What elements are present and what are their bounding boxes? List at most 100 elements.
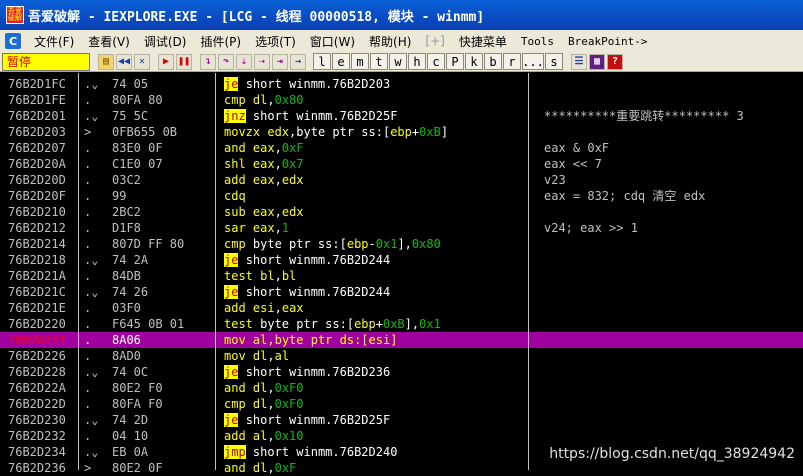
table-row[interactable]: 76B2D232. 04 10 add al,0x10 <box>0 428 803 444</box>
tb-windows[interactable]: w <box>389 53 407 70</box>
list-icon[interactable]: ☰ <box>571 53 587 70</box>
asm-cell: add al,0x10 <box>224 429 304 443</box>
hex-cell: 80FA 80 <box>112 93 163 107</box>
table-row[interactable]: 76B2D230 .⌄ 74 2D je short winmm.76B2D25F <box>0 412 803 428</box>
tb-memory[interactable]: m <box>351 53 369 70</box>
run-icon[interactable]: ▶ <box>158 53 174 70</box>
asm-cell: cmp dl,0xF0 <box>224 397 304 411</box>
table-row[interactable]: 76B2D228 .⌄ 74 0C je short winmm.76B2D236 <box>0 364 803 380</box>
menu-debug[interactable]: 调试(D) <box>137 33 194 50</box>
address-cell: 76B2D203 <box>8 125 66 139</box>
menu-window[interactable]: 窗口(W) <box>303 33 362 50</box>
step-into-icon[interactable]: ↴ <box>200 53 216 70</box>
jump-marker: . <box>84 157 92 171</box>
table-row[interactable]: 76B2D220. F645 0B 01 test byte ptr ss:[ebp… <box>0 316 803 332</box>
asm-cell: and dl,0xF <box>224 461 297 475</box>
menu-plugins[interactable]: 插件(P) <box>193 33 248 50</box>
table-row[interactable]: 76B2D21E. 03F0 add esi,eax <box>0 300 803 316</box>
tb-patches[interactable]: P <box>446 53 464 70</box>
asm-cell: jmp short winmm.76B2D240 <box>224 445 398 459</box>
menu-file[interactable]: 文件(F) <box>27 33 81 50</box>
table-row[interactable]: 76B2D20D. 03C2 add eax,edx <box>0 172 803 188</box>
hex-cell: D1F8 <box>112 221 141 235</box>
jump-marker: > <box>84 461 92 475</box>
help-icon[interactable]: ? <box>607 53 623 70</box>
go-to-icon[interactable]: → <box>290 53 306 70</box>
trace-into-icon[interactable]: ⇣ <box>236 53 252 70</box>
hex-cell: 74 26 <box>112 285 149 299</box>
column-divider <box>78 73 79 470</box>
table-row[interactable]: 76B2D214. 807D FF 80 cmp byte ptr ss:[ebp-… <box>0 236 803 252</box>
hex-cell: 8AD0 <box>112 349 141 363</box>
table-row[interactable]: 76B2D224. 8A06 mov al,byte ptr ds:[esi] <box>0 332 803 348</box>
table-row[interactable]: 76B2D22A. 80E2 F0 and dl,0xF0 <box>0 380 803 396</box>
step-over-icon[interactable]: ↷ <box>218 53 234 70</box>
appearance-icon[interactable]: ▦ <box>589 53 605 70</box>
jump-marker: .⌄ <box>84 285 99 299</box>
tb-source[interactable]: s <box>545 53 563 70</box>
table-row[interactable]: 76B2D236 >80E2 0F and dl,0xF <box>0 460 803 476</box>
menu-options[interactable]: 选项(T) <box>248 33 303 50</box>
address-cell: 76B2D228 <box>8 365 66 379</box>
hex-cell: 80E2 0F <box>112 461 163 475</box>
menu-shortcut[interactable]: 快捷菜单 <box>452 33 514 50</box>
table-row[interactable]: 76B2D22D. 80FA F0 cmp dl,0xF0 <box>0 396 803 412</box>
hex-cell: F645 0B 01 <box>112 317 185 331</box>
table-row[interactable]: 76B2D21C .⌄ 74 26 je short winmm.76B2D244 <box>0 284 803 300</box>
tb-call-stack[interactable]: k <box>465 53 483 70</box>
asm-cell: cmp byte ptr ss:[ebp-0x1],0x80 <box>224 237 441 251</box>
tb-breakpoints[interactable]: b <box>484 53 502 70</box>
address-cell: 76B2D20A <box>8 157 66 171</box>
tb-executables[interactable]: e <box>332 53 350 70</box>
table-row[interactable]: 76B2D210. 2BC2 sub eax,edx <box>0 204 803 220</box>
menu-breakpoint[interactable]: BreakPoint-> <box>561 35 654 48</box>
address-cell: 76B2D21E <box>8 301 66 315</box>
table-row[interactable]: 76B2D1FC .⌄ 74 05 je short winmm.76B2D203 <box>0 76 803 92</box>
tb-references[interactable]: r <box>503 53 521 70</box>
ollydbg-logo-icon[interactable]: C <box>5 33 21 49</box>
toolbar: 暂停 ▤ ◀◀ ✕ ▶ ❚❚ ↴ ↷ ⇣ ⇢ ⇥ → l e m t w h c… <box>0 52 803 72</box>
address-cell: 76B2D201 <box>8 109 66 123</box>
address-cell: 76B2D210 <box>8 205 66 219</box>
hex-cell: 83E0 0F <box>112 141 163 155</box>
table-row[interactable]: 76B2D212. D1F8 sar eax,1 <box>0 220 803 236</box>
asm-cell: shl eax,0x7 <box>224 157 304 171</box>
menu-tools[interactable]: Tools <box>514 35 561 48</box>
tb-threads[interactable]: t <box>370 53 388 70</box>
asm-cell: je short winmm.76B2D244 <box>224 285 391 299</box>
asm-cell: je short winmm.76B2D203 <box>224 77 391 91</box>
tb-log[interactable]: l <box>313 53 331 70</box>
hex-cell: 80FA F0 <box>112 397 163 411</box>
menu-help[interactable]: 帮助(H) <box>362 33 418 50</box>
menu-view[interactable]: 查看(V) <box>81 33 137 50</box>
tb-handles[interactable]: h <box>408 53 426 70</box>
hex-cell: 2BC2 <box>112 205 141 219</box>
tb-run-trace[interactable]: ... <box>522 53 544 70</box>
jump-marker: . <box>84 93 92 107</box>
execute-till-return-icon[interactable]: ⇥ <box>272 53 288 70</box>
trace-over-icon[interactable]: ⇢ <box>254 53 270 70</box>
address-cell: 76B2D226 <box>8 349 66 363</box>
title-bar: 吾爱 破解 吾爱破解 - IEXPLORE.EXE - [LCG - 线程 000… <box>0 0 803 30</box>
tb-cpu[interactable]: c <box>427 53 445 70</box>
address-cell: 76B2D212 <box>8 221 66 235</box>
close-icon[interactable]: ✕ <box>134 53 150 70</box>
pause-icon[interactable]: ❚❚ <box>176 53 192 70</box>
table-row[interactable]: 76B2D207. 83E0 0F and eax,0xF <box>0 140 803 156</box>
open-folder-icon[interactable]: ▤ <box>98 53 114 70</box>
table-row[interactable]: 76B2D226. 8AD0 mov dl,al <box>0 348 803 364</box>
jump-marker: . <box>84 381 92 395</box>
table-row[interactable]: 76B2D218 .⌄ 74 2A je short winmm.76B2D244 <box>0 252 803 268</box>
table-row[interactable]: 76B2D1FE. 80FA 80 cmp dl,0x80 <box>0 92 803 108</box>
restart-icon[interactable]: ◀◀ <box>116 53 132 70</box>
table-row[interactable]: 76B2D20A. C1E0 07 shl eax,0x7 <box>0 156 803 172</box>
asm-cell: movzx edx,byte ptr ss:[ebp+0xB] <box>224 125 449 139</box>
address-cell: 76B2D22D <box>8 397 66 411</box>
jump-marker: . <box>84 221 92 235</box>
status-field: 暂停 <box>2 52 90 71</box>
menu-plus[interactable]: [+] <box>418 34 451 48</box>
table-row[interactable]: 76B2D203 >0FB655 0B movzx edx,byte ptr ss:… <box>0 124 803 140</box>
table-row[interactable]: 76B2D21A. 84DB test bl,bl <box>0 268 803 284</box>
disassembly-pane[interactable]: 76B2D1FC .⌄ 74 05 je short winmm.76B2D203 76… <box>0 73 803 475</box>
address-cell: 76B2D234 <box>8 445 66 459</box>
